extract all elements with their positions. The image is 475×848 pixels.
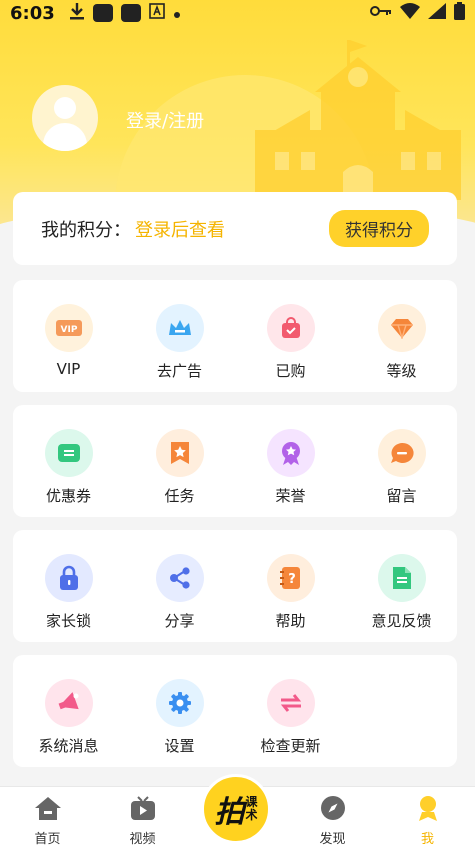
nav-tab-me[interactable]: 我	[380, 787, 475, 848]
nav-tab-discover[interactable]: 发现	[285, 787, 380, 848]
more-notifications-dot-icon	[173, 3, 181, 24]
home-icon	[34, 795, 62, 825]
menu-item-purchased[interactable]: 已购	[235, 280, 346, 392]
menu-item-label: 留言	[386, 487, 417, 505]
menu-item-label: 任务	[164, 487, 195, 505]
menu-item-label: 帮助	[275, 612, 306, 630]
menu-item-label: 荣誉	[275, 487, 306, 505]
menu-item-check-update[interactable]: 检查更新	[235, 655, 346, 767]
menu-item-feedback[interactable]: 意见反馈	[346, 530, 457, 642]
diamond-icon	[377, 304, 426, 352]
star-bookmark-icon	[155, 429, 204, 477]
share-icon	[155, 554, 204, 602]
crown-icon	[155, 304, 204, 352]
avatar-head	[54, 97, 76, 119]
menu-item-label: 优惠券	[45, 487, 91, 505]
svg-text:VIP: VIP	[60, 325, 77, 335]
notification-app-icon	[92, 4, 113, 22]
avatar[interactable]	[32, 85, 98, 151]
menu-item-coupon[interactable]: 优惠券	[13, 405, 124, 517]
feature-section-4: 系统消息 设置 检查更新	[13, 655, 457, 767]
menu-item-remove-ads[interactable]: 去广告	[124, 280, 235, 392]
tv-icon	[129, 795, 157, 825]
megaphone-icon	[44, 679, 93, 727]
menu-item-label: 等级	[386, 362, 417, 380]
menu-item-vip[interactable]: VIP VIP	[13, 280, 124, 392]
menu-item-parent-lock[interactable]: 家长锁	[13, 530, 124, 642]
feature-section-2: 优惠券 任务 荣誉 留言	[13, 405, 457, 517]
menu-item-label: 去广告	[156, 362, 202, 380]
status-time: 6:03	[10, 2, 55, 24]
nav-tab-home[interactable]: 首页	[0, 787, 95, 848]
person-icon	[415, 795, 441, 825]
school-building-illustration	[255, 40, 461, 200]
lock-icon	[44, 554, 93, 602]
menu-item-level[interactable]: 等级	[346, 280, 457, 392]
menu-item-label: 设置	[164, 737, 195, 755]
login-register-link[interactable]: 登录/注册	[126, 107, 204, 133]
paike-center-button[interactable]: 拍 课 术	[201, 774, 271, 844]
document-icon	[377, 554, 426, 602]
nav-tab-video[interactable]: 视频	[95, 787, 190, 848]
shopping-bag-icon	[266, 304, 315, 352]
font-app-icon	[148, 2, 165, 24]
menu-item-settings[interactable]: 设置	[124, 655, 235, 767]
help-book-icon: ?	[266, 554, 315, 602]
paike-logo-small-char: 术	[245, 808, 258, 822]
menu-item-help[interactable]: ? 帮助	[235, 530, 346, 642]
menu-item-system-message[interactable]: 系统消息	[13, 655, 124, 767]
paike-logo-icon: 课 术	[245, 796, 257, 822]
svg-text:?: ?	[288, 572, 296, 587]
download-icon	[69, 2, 85, 25]
gear-icon	[155, 679, 204, 727]
nav-tab-label: 视频	[129, 832, 156, 847]
menu-item-label: 系统消息	[38, 737, 99, 755]
get-points-button[interactable]: 获得积分	[329, 210, 429, 247]
avatar-body	[43, 123, 87, 151]
menu-item-label: 家长锁	[45, 612, 91, 630]
menu-item-message[interactable]: 留言	[346, 405, 457, 517]
medal-icon	[266, 429, 315, 477]
paike-logo-main-char: 拍	[214, 795, 245, 830]
menu-item-label: 检查更新	[260, 737, 321, 755]
status-bar: 6:03	[0, 0, 475, 26]
menu-item-label: 分享	[164, 612, 195, 630]
wifi-icon	[400, 3, 420, 23]
battery-icon	[454, 2, 465, 24]
vip-icon: VIP	[44, 304, 93, 352]
coupon-icon	[44, 429, 93, 477]
menu-item-tasks[interactable]: 任务	[124, 405, 235, 517]
chat-icon	[377, 429, 426, 477]
refresh-arrows-icon	[266, 679, 315, 727]
points-label: 我的积分：	[41, 219, 131, 241]
menu-item-label: 已购	[275, 362, 306, 380]
compass-icon	[320, 795, 346, 825]
menu-item-label: VIP	[56, 360, 81, 378]
nav-tab-label: 首页	[34, 832, 61, 847]
menu-item-label: 意见反馈	[371, 612, 432, 630]
menu-item-share[interactable]: 分享	[124, 530, 235, 642]
notification-app-icon	[120, 4, 141, 22]
nav-tab-label: 我	[420, 832, 434, 847]
menu-item-honor[interactable]: 荣誉	[235, 405, 346, 517]
points-card: 我的积分： 登录后查看 获得积分	[13, 192, 457, 265]
feature-section-3: 家长锁 分享 ? 帮助 意见反馈	[13, 530, 457, 642]
nav-tab-label: 发现	[319, 832, 346, 847]
signal-icon	[428, 3, 446, 23]
points-value[interactable]: 登录后查看	[135, 216, 225, 242]
feature-section-1: VIP VIP 去广告 已购 等级	[13, 280, 457, 392]
vpn-key-icon	[370, 4, 392, 22]
